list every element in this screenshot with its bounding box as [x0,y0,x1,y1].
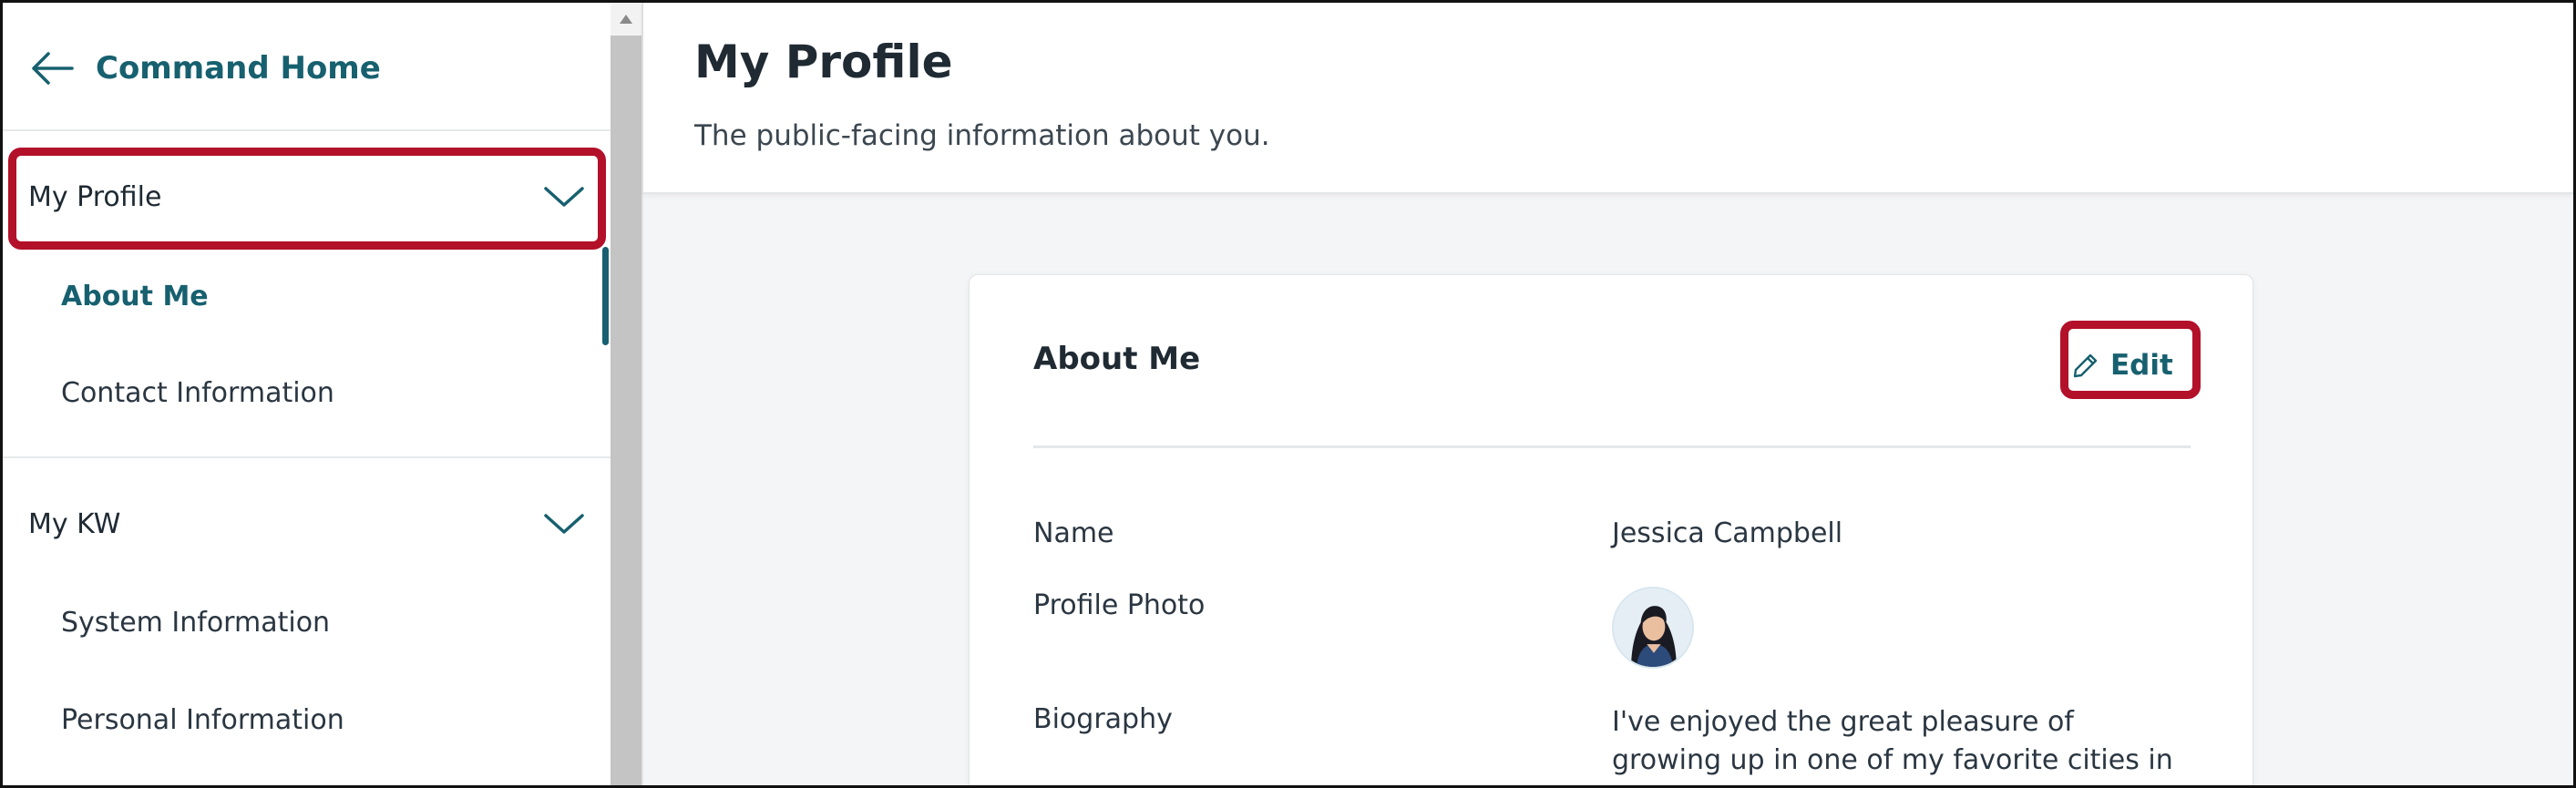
card-divider [1033,445,2191,448]
pencil-icon [2073,353,2098,378]
sidebar: Command Home My Profile About Me Contact… [3,3,611,785]
page-subtitle: The public-facing information about you. [694,119,1270,152]
name-label: Name [1033,517,1114,549]
sidebar-section-label: My Profile [28,180,162,213]
profile-photo-label: Profile Photo [1033,589,1206,621]
sidebar-section-my-kw[interactable]: My KW [3,483,611,565]
sidebar-section-my-profile[interactable]: My Profile [3,156,611,238]
name-value: Jessica Campbell [1612,517,1843,549]
command-home-link[interactable]: Command Home [28,41,381,96]
card-title: About Me [1033,341,1201,377]
biography-label: Biography [1033,703,1173,735]
sidebar-item-personal-information[interactable]: Personal Information [61,692,344,747]
page-title: My Profile [694,36,953,88]
sidebar-divider [3,456,611,458]
sidebar-item-contact-information[interactable]: Contact Information [61,365,334,420]
scroll-up-button[interactable] [611,3,641,36]
sidebar-section-label: My KW [28,507,121,540]
biography-value: I've enjoyed the great pleasure of growi… [1612,706,2173,788]
chevron-down-icon [544,514,584,534]
sidebar-scrollbar[interactable] [611,3,641,785]
scroll-up-arrow-icon [620,15,632,24]
sidebar-divider [3,129,611,131]
edit-button[interactable]: Edit [2072,343,2173,388]
edit-button-label: Edit [2110,349,2173,382]
sidebar-item-label: Contact Information [61,376,334,409]
page-header: My Profile The public-facing information… [643,3,2573,194]
sidebar-item-system-information[interactable]: System Information [61,595,330,650]
about-me-card: About Me Edit Name Jessica Campbell Prof… [969,274,2253,788]
arrow-left-icon [32,52,74,85]
sidebar-item-label: System Information [61,606,331,639]
main-content: My Profile The public-facing information… [643,3,2573,788]
sidebar-item-label: Personal Information [61,703,344,736]
sidebar-item-label: About Me [61,280,209,312]
command-home-label: Command Home [96,50,381,87]
sidebar-item-about-me[interactable]: About Me [61,269,209,323]
active-item-indicator [602,247,609,345]
chevron-down-icon [544,187,584,207]
avatar-image [1614,588,1692,667]
profile-photo-avatar [1612,587,1694,669]
